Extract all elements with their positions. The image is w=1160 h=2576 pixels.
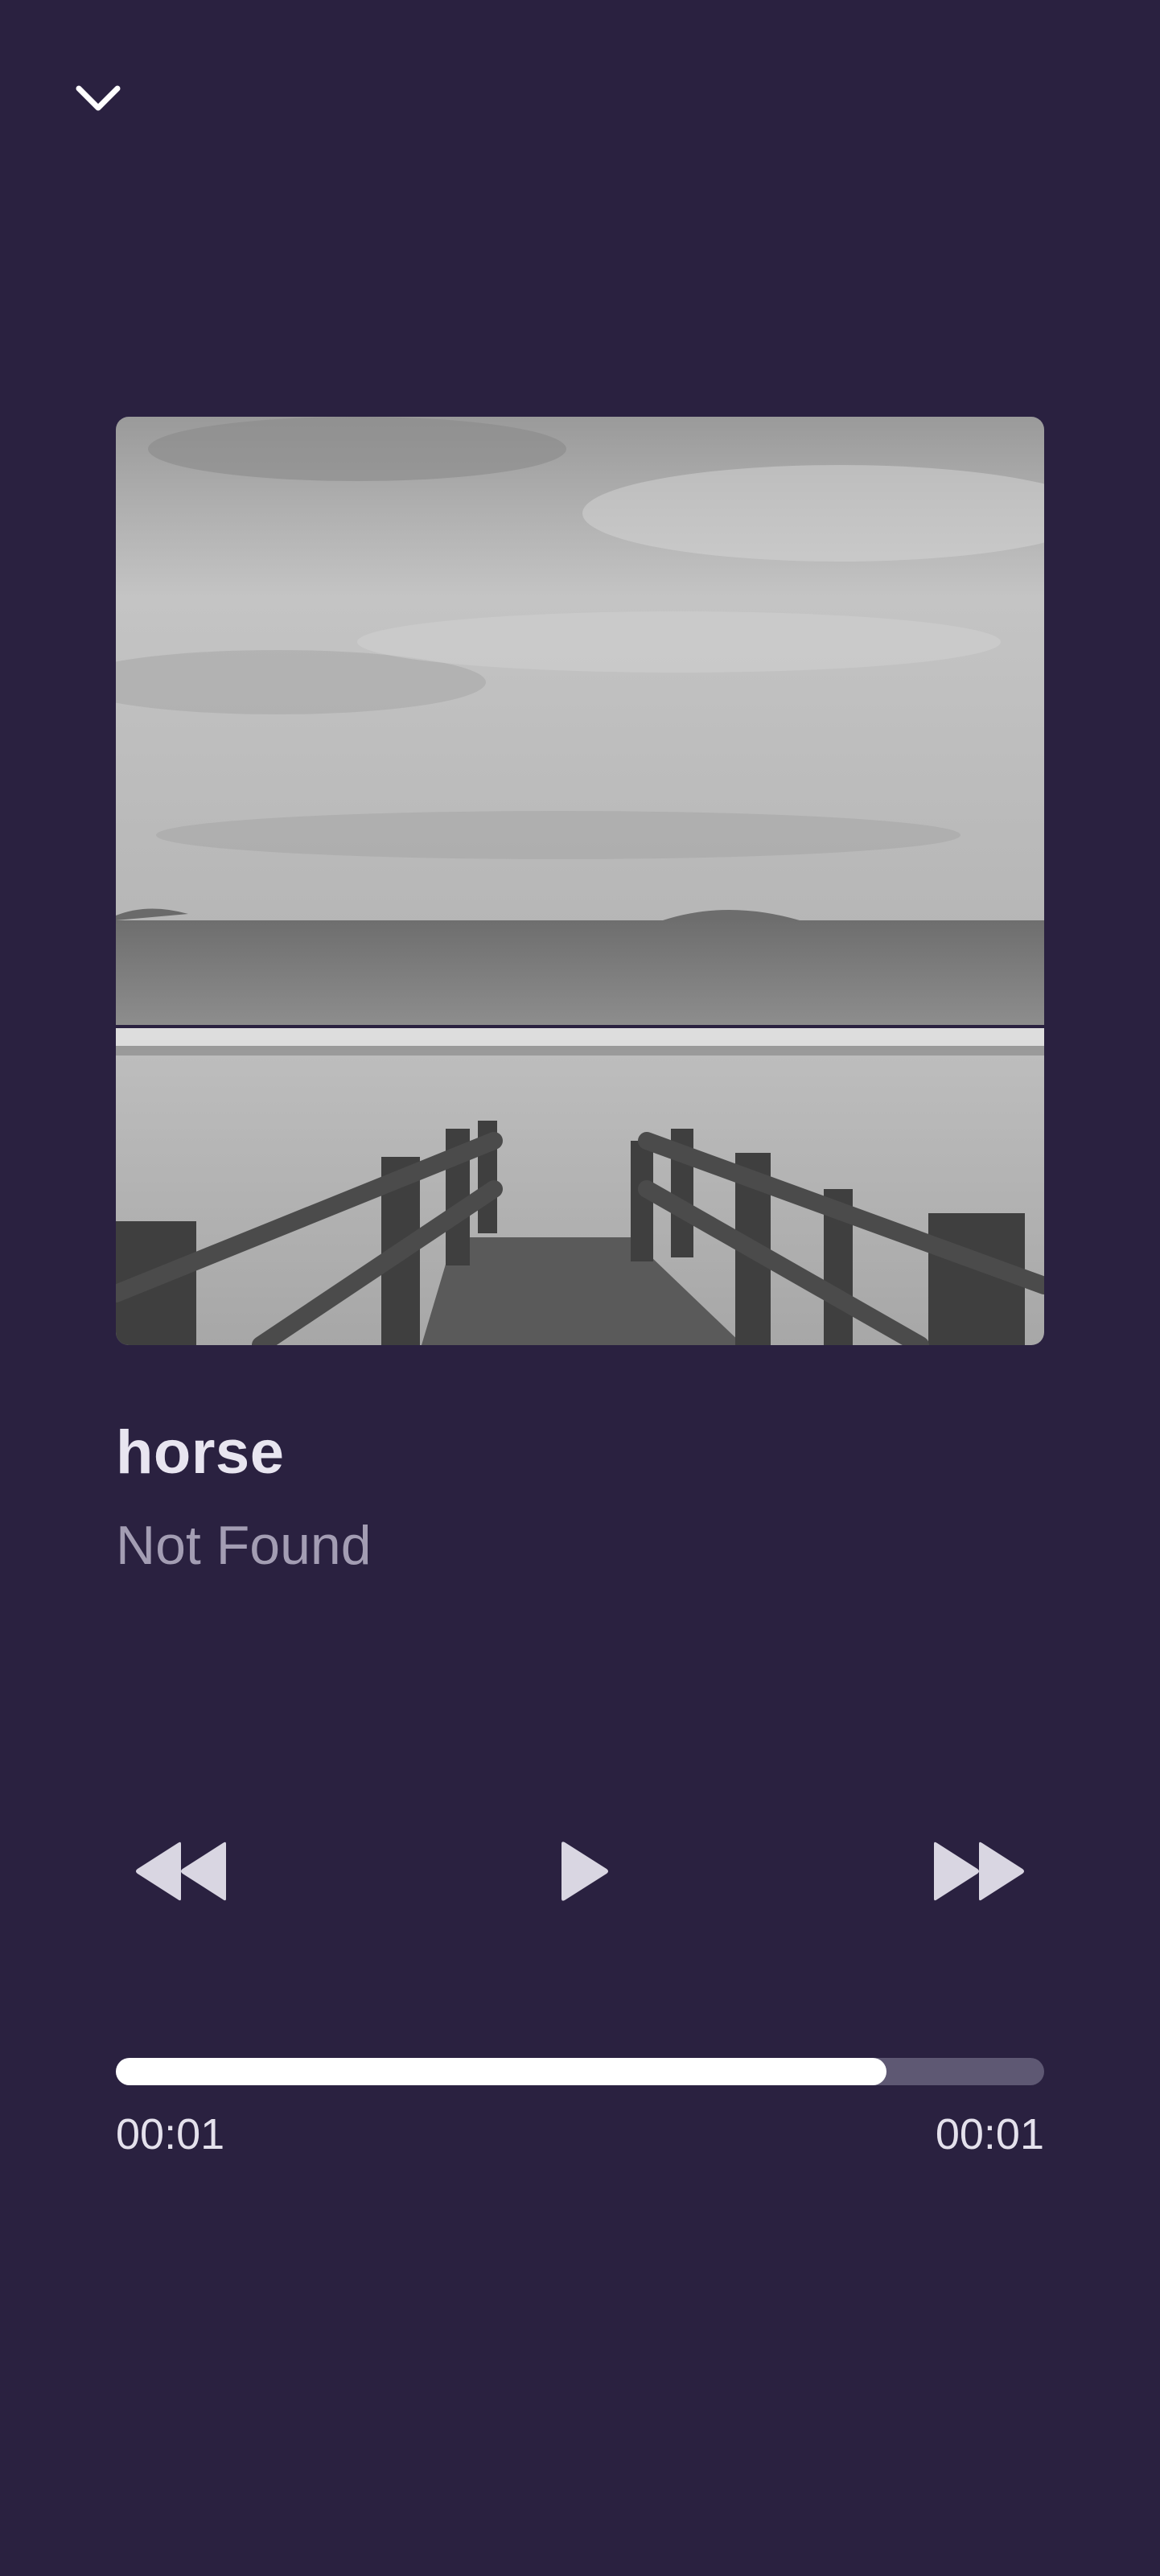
total-time: 00:01	[935, 2110, 1044, 2158]
rewind-button[interactable]	[121, 1823, 241, 1920]
track-title: horse	[116, 1418, 285, 1487]
play-button[interactable]	[536, 1823, 632, 1920]
progress-bar[interactable]	[116, 2058, 1044, 2085]
fast-forward-button[interactable]	[919, 1823, 1039, 1920]
chevron-down-icon	[76, 85, 121, 111]
track-artist: Not Found	[116, 1515, 372, 1576]
collapse-button[interactable]	[64, 64, 132, 132]
fast-forward-icon	[934, 1841, 1024, 1901]
rewind-icon	[136, 1841, 226, 1901]
progress-fill	[116, 2058, 886, 2085]
play-icon	[561, 1841, 608, 1901]
album-artwork	[116, 417, 1044, 1345]
album-artwork-image	[116, 417, 1044, 1345]
now-playing-screen: horse Not Found 00:01 00:01	[0, 0, 1160, 2576]
elapsed-time: 00:01	[116, 2110, 225, 2158]
